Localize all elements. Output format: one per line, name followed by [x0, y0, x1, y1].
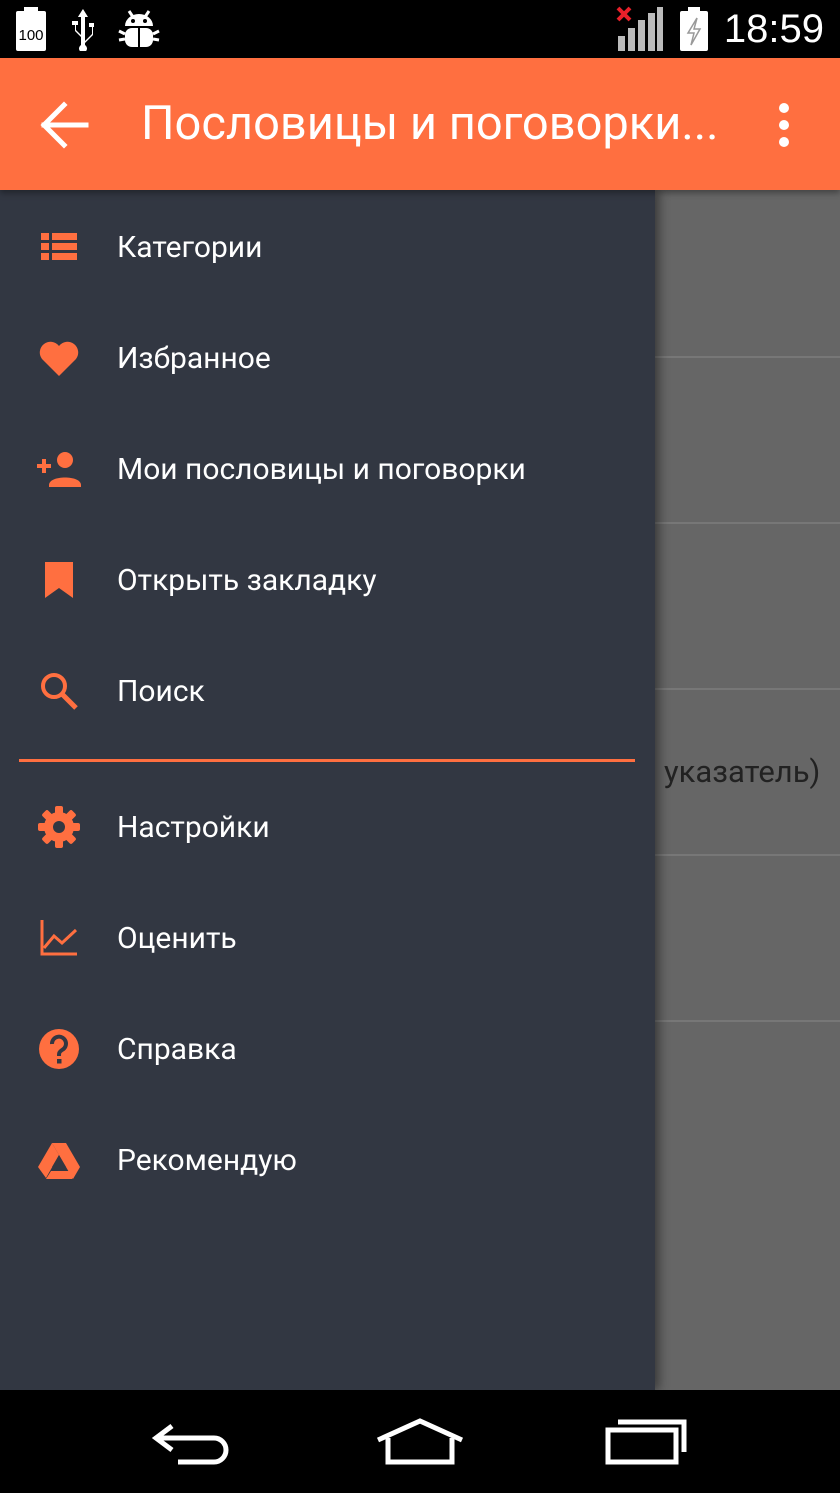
list-divider [655, 854, 840, 856]
drive-icon [38, 1143, 80, 1179]
android-debug-icon [118, 10, 160, 47]
gear-icon [38, 806, 80, 848]
bookmark-icon [45, 562, 73, 598]
drawer-item-label: Избранное [117, 341, 271, 376]
battery-charging-icon [679, 7, 708, 51]
drawer-item-label: Открыть закладку [117, 563, 377, 598]
help-icon [39, 1029, 79, 1069]
drawer-item-label: Поиск [117, 674, 205, 709]
status-left-icons: 100 [14, 6, 160, 52]
overflow-menu-icon[interactable] [766, 100, 802, 150]
drawer-item-label: Оценить [117, 921, 237, 956]
app-bar: Пословицы и поговорки... [0, 58, 840, 190]
drawer-divider [19, 759, 635, 762]
drawer-item-label: Справка [117, 1032, 237, 1067]
search-icon [41, 673, 78, 710]
back-icon[interactable] [150, 1418, 236, 1466]
drawer-item-rate[interactable]: Оценить [0, 883, 655, 994]
list-divider [655, 356, 840, 358]
battery-level-label: 100 [18, 27, 43, 44]
add-person-icon [37, 452, 81, 487]
drawer-item-favorites[interactable]: Избранное [0, 303, 655, 414]
drawer-item-search[interactable]: Поиск [0, 636, 655, 747]
drawer-item-label: Мои пословицы и поговорки [117, 452, 526, 487]
signal-no-data-icon [616, 6, 663, 51]
home-icon[interactable] [374, 1418, 466, 1466]
back-arrow-icon[interactable] [38, 99, 90, 151]
drawer-item-my-proverbs[interactable]: Мои пословицы и поговорки [0, 414, 655, 525]
drawer-item-help[interactable]: Справка [0, 994, 655, 1105]
list-divider [655, 522, 840, 524]
status-time: 18:59 [723, 7, 824, 51]
battery-icon: 100 [16, 7, 46, 51]
drawer-item-open-bookmark[interactable]: Открыть закладку [0, 525, 655, 636]
drawer-item-label: Категории [117, 230, 263, 265]
list-divider [655, 1020, 840, 1022]
system-nav-bar [0, 1390, 840, 1493]
status-bar: 100 18:59 [0, 0, 840, 58]
drawer-item-categories[interactable]: Категории [0, 192, 655, 303]
background-list-text: указатель) [664, 753, 821, 790]
drawer-item-label: Настройки [117, 810, 270, 845]
drawer-item-recommend[interactable]: Рекомендую [0, 1105, 655, 1216]
drawer-item-settings[interactable]: Настройки [0, 772, 655, 883]
drawer-item-label: Рекомендую [117, 1143, 297, 1178]
heart-icon [39, 341, 79, 376]
navigation-drawer: Категории Избранное Мои пословицы и пого… [0, 190, 655, 1390]
line-chart-icon [40, 920, 78, 956]
status-right-icons: 18:59 [616, 4, 824, 54]
list-divider [655, 688, 840, 690]
list-icon [41, 233, 77, 260]
app-title: Пословицы и поговорки... [141, 96, 719, 151]
recent-apps-icon[interactable] [604, 1418, 690, 1466]
usb-icon [72, 9, 94, 51]
